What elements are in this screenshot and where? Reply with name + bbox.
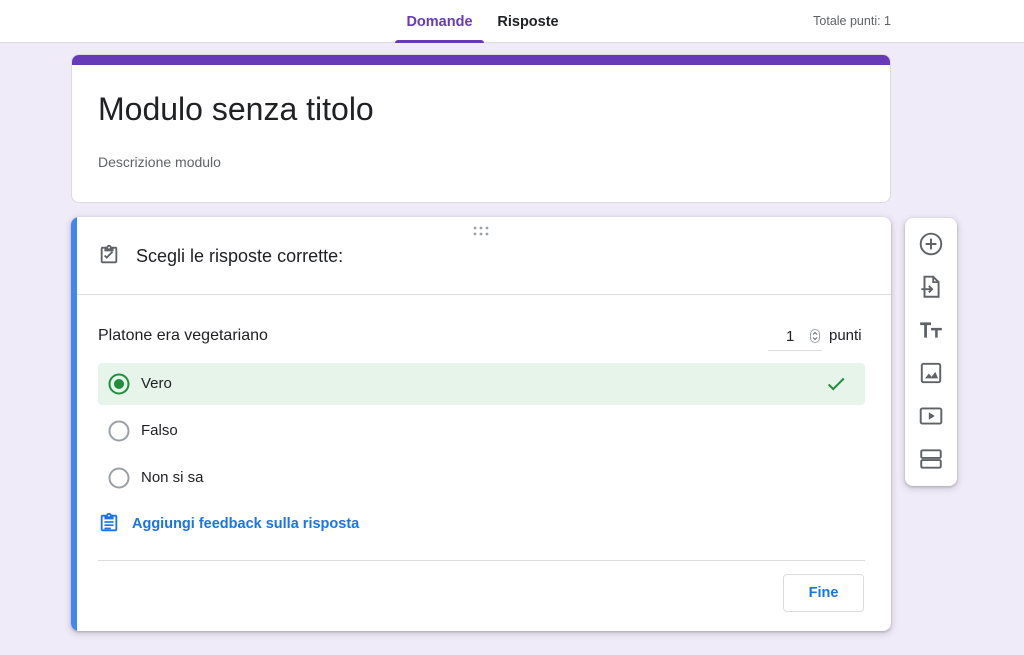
tab-domande[interactable]: Domande [395, 0, 484, 43]
add-question-icon [919, 232, 943, 256]
form-title-card[interactable]: Modulo senza titolo Descrizione modulo [71, 54, 891, 203]
done-button[interactable]: Fine [783, 574, 864, 612]
add-image-icon [920, 362, 942, 384]
add-section-icon [920, 449, 942, 469]
option-label: Falso [141, 422, 178, 439]
side-toolbar [905, 218, 957, 486]
option-label: Non si sa [141, 469, 204, 486]
title-card-accent [72, 55, 890, 65]
question-title: Platone era vegetariano [98, 327, 268, 344]
add-video-icon [919, 407, 943, 425]
add-question-button[interactable] [918, 231, 944, 257]
feedback-clipboard-icon [100, 512, 118, 532]
points-value[interactable]: 1 [786, 328, 794, 345]
top-bar: Domande Risposte Totale punti: 1 [0, 0, 1024, 43]
answer-option-vero[interactable]: Vero [98, 363, 865, 405]
assignment-check-icon [100, 244, 118, 264]
total-points: Totale punti: 1 [813, 14, 891, 28]
radio-unchecked-icon[interactable] [108, 467, 130, 489]
form-title[interactable]: Modulo senza titolo [98, 91, 374, 128]
form-description[interactable]: Descrizione modulo [98, 154, 221, 170]
active-tab-indicator [395, 40, 484, 43]
correct-check-icon [827, 377, 845, 391]
answer-option-falso[interactable]: Falso [98, 410, 865, 452]
add-title-icon [920, 322, 942, 338]
radio-unchecked-icon[interactable] [108, 420, 130, 442]
import-questions-icon [921, 275, 940, 298]
option-label: Vero [141, 375, 172, 392]
add-feedback-label: Aggiungi feedback sulla risposta [132, 516, 360, 532]
active-card-indicator [71, 217, 77, 631]
question-card-header: Scegli le risposte corrette: [136, 246, 344, 266]
add-video-button[interactable] [918, 403, 944, 429]
footer-divider [98, 560, 865, 561]
tab-risposte-label: Risposte [497, 14, 559, 30]
add-image-button[interactable] [918, 360, 944, 386]
tab-domande-label: Domande [406, 14, 473, 30]
question-card[interactable]: Scegli le risposte corrette: Platone era… [71, 217, 891, 631]
radio-checked-icon[interactable] [108, 373, 130, 395]
answer-option-non-si-sa[interactable]: Non si sa [98, 457, 865, 499]
points-label: punti [829, 327, 862, 344]
import-questions-button[interactable] [918, 274, 944, 300]
add-section-button[interactable] [918, 446, 944, 472]
header-divider [77, 294, 891, 295]
points-stepper[interactable]: 1 [768, 321, 822, 351]
drag-handle-icon[interactable] [473, 226, 489, 236]
tab-risposte[interactable]: Risposte [492, 0, 564, 42]
add-title-button[interactable] [918, 317, 944, 343]
spinner-arrows-icon[interactable] [810, 329, 820, 343]
